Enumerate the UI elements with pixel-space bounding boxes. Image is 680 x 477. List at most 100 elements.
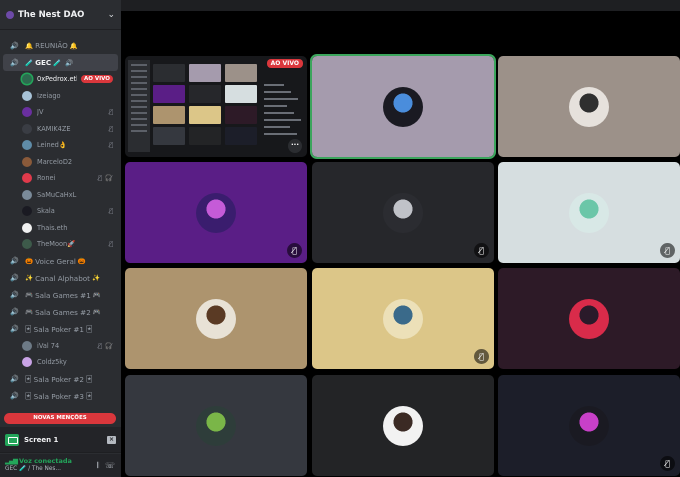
user-emoji: 🚀	[67, 240, 76, 249]
muted-mic-icon: 🎙̸	[109, 207, 113, 216]
channel-name: Sala Poker #2	[33, 374, 84, 384]
user-name: Izeiago	[37, 91, 61, 100]
voice-status: Voz conectada	[19, 457, 72, 465]
voice-user[interactable]: TheMoon🚀 🎙̸	[0, 236, 121, 253]
user-name: 0xPedrox.eth	[37, 75, 77, 84]
user-name: JV	[37, 108, 44, 117]
voice-user[interactable]: Coldz5ky	[0, 354, 121, 371]
server-name: The Nest DAO	[18, 9, 85, 20]
channel-emoji: 🧪	[25, 58, 34, 67]
video-tile[interactable]: 🎙̸	[125, 162, 307, 263]
voice-channel[interactable]: 🔊 🎮 Sala Games #1 🎮	[3, 287, 118, 304]
video-tile[interactable]	[312, 375, 494, 476]
more-options-icon[interactable]: ···	[288, 139, 302, 153]
signal-icon[interactable]: ▂▄▆	[5, 457, 18, 465]
user-name: MarceloD2	[37, 157, 73, 166]
channel-emoji: 🎮	[92, 291, 101, 299]
user-avatar	[569, 86, 609, 127]
muted-mic-icon: 🎙̸	[109, 141, 113, 150]
top-bar	[121, 0, 680, 11]
voice-channel[interactable]: 🔊 🧪 GEC 🧪 🔊	[3, 54, 118, 71]
user-name: Coldz5ky	[37, 358, 67, 367]
voice-user[interactable]: Skala 🎙̸	[0, 203, 121, 220]
user-avatar	[196, 298, 236, 339]
video-tile[interactable]	[310, 54, 496, 159]
channel-name: Sala Poker #3	[33, 391, 84, 401]
channel-emoji: 🃏	[25, 325, 32, 333]
muted-mic-icon: 🎙̸	[660, 456, 675, 471]
user-avatar	[196, 192, 236, 233]
voice-user[interactable]: iVal 74 🎙̸ 🎧̸	[0, 338, 121, 355]
disconnect-icon[interactable]: ☏	[105, 461, 115, 471]
chevron-down-icon[interactable]: ⌄	[107, 10, 115, 20]
channel-sidebar: The Nest DAO ⌄ 🔊 🔔 REUNIÃO 🔔 🔊 🧪 GEC 🧪 🔊 0xPedrox…	[0, 0, 121, 477]
voice-channel[interactable]: 🔊 🎃 Voice Geral 🎃	[3, 253, 118, 270]
video-tile[interactable]	[498, 56, 680, 157]
video-tile[interactable]: 🎙̸	[312, 162, 494, 263]
voice-channel[interactable]: 🔊 🃏 Sala Poker #1 🃏	[3, 321, 118, 338]
avatar	[22, 239, 32, 250]
voice-user[interactable]: 0xPedrox.eth AO VIVO	[0, 71, 121, 88]
voice-channel[interactable]: 🔊 🎮 Sala Games #2 🎮	[3, 304, 118, 321]
voice-user[interactable]: KAMIK4ZE 🎙̸	[0, 121, 121, 138]
user-name: TheMoon🚀	[37, 240, 76, 249]
channel-emoji: 🃏	[85, 392, 93, 400]
stop-share-icon[interactable]: ×	[107, 435, 116, 444]
channel-emoji: 🧪	[53, 58, 62, 67]
screen-share-icon	[5, 433, 19, 446]
channel-name: Sala Poker #1	[33, 324, 84, 334]
voice-user[interactable]: Ronei 🎙̸ 🎧̸	[0, 170, 121, 187]
speaker-icon: 🔊	[10, 291, 19, 299]
voice-channel[interactable]: 🔊 🃏 Sala Poker #2 🃏	[3, 371, 118, 388]
video-tile[interactable]: 🎙̸	[312, 268, 494, 369]
avatar	[22, 156, 32, 167]
speaker-icon: 🔊	[10, 41, 19, 50]
avatar	[22, 107, 32, 118]
avatar	[22, 90, 32, 101]
video-tile[interactable]: 🎙̸	[498, 162, 680, 263]
user-name: Skala	[37, 207, 55, 216]
new-mentions-button[interactable]: NOVAS MENÇÕES	[4, 413, 116, 424]
voice-user[interactable]: Izeiago	[0, 88, 121, 105]
muted-mic-icon: 🎙̸	[98, 341, 102, 350]
channel-emoji: 🎮	[25, 308, 34, 316]
user-avatar	[383, 192, 423, 233]
channel-name: Sala Games #1	[35, 290, 91, 300]
voice-user[interactable]: Leined👌 🎙̸	[0, 137, 121, 154]
voice-user[interactable]: Thais.eth	[0, 220, 121, 237]
voice-user[interactable]: MarceloD2	[0, 154, 121, 171]
video-tile[interactable]: 🎙̸	[498, 375, 680, 476]
deafened-icon: 🎧̸	[104, 174, 113, 183]
noise-suppression-icon[interactable]: 𝄃	[97, 461, 99, 471]
video-tile[interactable]	[498, 268, 680, 369]
server-header[interactable]: The Nest DAO ⌄	[0, 0, 121, 30]
user-name: SaMuCaHxL	[37, 190, 77, 199]
speaker-icon: 🔊	[10, 308, 19, 316]
avatar	[22, 222, 32, 233]
muted-mic-icon: 🎙̸	[287, 243, 302, 258]
speaker-icon: 🔊	[10, 257, 19, 265]
voice-user[interactable]: JV 🎙̸	[0, 104, 121, 121]
voice-user[interactable]: SaMuCaHxL	[0, 187, 121, 204]
avatar	[22, 123, 32, 134]
channel-emoji: 🃏	[25, 392, 32, 400]
voice-channel[interactable]: 🔊 ✨ Canal Alphabot ✨	[3, 270, 118, 287]
user-name: Leined👌	[37, 141, 68, 150]
user-name: Thais.eth	[37, 223, 68, 232]
video-tile[interactable]	[125, 375, 307, 476]
voice-channel[interactable]: 🔊 🃏 Sala Poker #3 🃏	[3, 388, 118, 405]
video-tile[interactable]	[125, 268, 307, 369]
muted-mic-icon: 🎙̸	[474, 243, 489, 258]
channel-emoji: 🎮	[92, 308, 101, 316]
voice-channel[interactable]: 🔊 🔔 REUNIÃO 🔔	[3, 37, 118, 54]
deafened-icon: 🎧̸	[104, 341, 113, 350]
channel-list: 🔊 🔔 REUNIÃO 🔔 🔊 🧪 GEC 🧪 🔊 0xPedrox.eth AO VIVO Izei…	[0, 37, 121, 405]
muted-mic-icon: 🎙̸	[474, 349, 489, 364]
screen-share-tile[interactable]: AO VIVO ···	[125, 56, 307, 157]
channel-emoji: 🎮	[25, 291, 34, 299]
channel-emoji: 🎃	[77, 257, 86, 265]
speaker-icon: 🔊	[10, 375, 19, 383]
avatar	[22, 206, 32, 217]
avatar	[22, 173, 32, 184]
user-avatar	[196, 405, 236, 446]
